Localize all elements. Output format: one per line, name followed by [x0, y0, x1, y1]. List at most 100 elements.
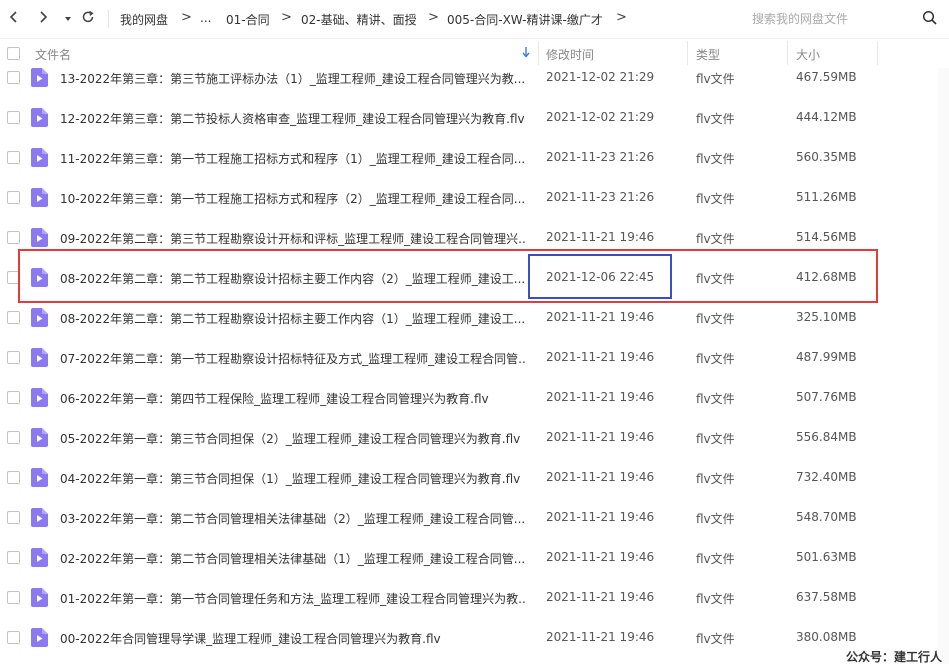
row-checkbox[interactable] [7, 271, 20, 284]
breadcrumb-separator: > [181, 10, 192, 25]
file-modified-date: 2021-11-21 19:46 [546, 350, 655, 364]
row-checkbox[interactable] [7, 111, 20, 124]
file-size: 325.10MB [796, 310, 857, 324]
breadcrumb-contract[interactable]: 01-合同 [226, 11, 270, 28]
scrollbar[interactable] [938, 68, 949, 664]
file-name[interactable]: 02-2022年第一章：第二节合同管理相关法律基础（1）_监理工程师_建设工程合… [60, 550, 525, 567]
file-size: 507.76MB [796, 390, 857, 404]
video-file-icon [31, 508, 48, 527]
watermark-text: 公众号：建工行人 [846, 650, 943, 664]
video-file-icon [31, 348, 48, 367]
video-file-icon [31, 428, 48, 447]
file-size: 560.35MB [796, 150, 857, 164]
file-row[interactable]: 05-2022年第一章：第三节合同担保（2）_监理工程师_建设工程合同管理兴为教… [0, 418, 949, 458]
row-checkbox[interactable] [7, 71, 20, 84]
file-size: 637.58MB [796, 590, 857, 604]
file-row[interactable]: 01-2022年第一章：第一节合同管理任务和方法_监理工程师_建设工程合同管理兴… [0, 578, 949, 618]
refresh-button[interactable] [78, 9, 98, 29]
file-row[interactable]: 07-2022年第二章：第一节工程勘察设计招标特征及方式_监理工程师_建设工程合… [0, 338, 949, 378]
breadcrumb-basics[interactable]: 02-基础、精讲、面授 [301, 11, 417, 28]
row-checkbox[interactable] [7, 191, 20, 204]
search-button[interactable] [922, 10, 938, 30]
search-icon [922, 10, 937, 25]
video-file-icon [31, 308, 48, 327]
file-modified-date: 2021-11-21 19:46 [546, 630, 655, 644]
forward-button[interactable] [33, 9, 53, 29]
video-file-icon [31, 68, 48, 87]
refresh-icon [82, 10, 94, 23]
file-type: flv文件 [696, 192, 735, 206]
file-modified-date: 2021-11-21 19:46 [546, 510, 655, 524]
file-row[interactable]: 00-2022年合同管理导学课_监理工程师_建设工程合同管理兴为教育.flv 20… [0, 618, 949, 658]
file-row[interactable]: 08-2022年第二章：第二节工程勘察设计招标主要工作内容（1）_监理工程师_建… [0, 298, 949, 338]
search-box [738, 6, 943, 32]
search-input[interactable] [738, 6, 929, 32]
nav-divider [108, 10, 109, 28]
row-checkbox[interactable] [7, 351, 20, 364]
file-modified-date: 2021-11-23 21:26 [546, 150, 655, 164]
chevron-left-icon [9, 11, 17, 23]
row-checkbox[interactable] [7, 591, 20, 604]
row-checkbox[interactable] [7, 311, 20, 324]
file-name[interactable]: 05-2022年第一章：第三节合同担保（2）_监理工程师_建设工程合同管理兴为教… [60, 430, 525, 447]
file-name[interactable]: 01-2022年第一章：第一节合同管理任务和方法_监理工程师_建设工程合同管理兴… [60, 590, 525, 607]
row-checkbox[interactable] [7, 471, 20, 484]
history-dropdown-button[interactable] [58, 9, 78, 29]
breadcrumb-root[interactable]: 我的网盘 [120, 11, 168, 28]
file-size: 487.99MB [796, 350, 857, 364]
file-type: flv文件 [696, 632, 735, 646]
file-name[interactable]: 09-2022年第二章：第三节工程勘察设计开标和评标_监理工程师_建设工程合同管… [60, 230, 525, 247]
caret-down-icon [65, 17, 71, 21]
file-row[interactable]: 04-2022年第一章：第三节合同担保（1）_监理工程师_建设工程合同管理兴为教… [0, 458, 949, 498]
file-row[interactable]: 10-2022年第三章：第一节工程施工招标方式和程序（2）_监理工程师_建设工程… [0, 178, 949, 218]
file-row[interactable]: 13-2022年第三章：第三节施工评标办法（1）_监理工程师_建设工程合同管理兴… [0, 58, 949, 98]
back-button[interactable] [4, 9, 24, 29]
row-checkbox[interactable] [7, 631, 20, 644]
video-file-icon [31, 188, 48, 207]
video-file-icon [31, 628, 48, 647]
file-name[interactable]: 04-2022年第一章：第三节合同担保（1）_监理工程师_建设工程合同管理兴为教… [60, 470, 525, 487]
file-row[interactable]: 11-2022年第三章：第一节工程施工招标方式和程序（1）_监理工程师_建设工程… [0, 138, 949, 178]
row-checkbox[interactable] [7, 511, 20, 524]
file-size: 511.26MB [796, 190, 857, 204]
video-file-icon [31, 468, 48, 487]
file-name[interactable]: 06-2022年第一章：第四节工程保险_监理工程师_建设工程合同管理兴为教育.f… [60, 390, 525, 407]
file-size: 412.68MB [796, 270, 857, 284]
file-type: flv文件 [696, 352, 735, 366]
file-type: flv文件 [696, 392, 735, 406]
breadcrumb-current-folder[interactable]: 005-合同-XW-精讲课-缴广才 [447, 11, 603, 28]
file-row[interactable]: 09-2022年第二章：第三节工程勘察设计开标和评标_监理工程师_建设工程合同管… [0, 218, 949, 258]
row-checkbox[interactable] [7, 431, 20, 444]
video-file-icon [31, 268, 48, 287]
file-type: flv文件 [696, 272, 735, 286]
file-name[interactable]: 00-2022年合同管理导学课_监理工程师_建设工程合同管理兴为教育.flv [60, 630, 525, 647]
file-type: flv文件 [696, 72, 735, 86]
row-checkbox[interactable] [7, 391, 20, 404]
file-name[interactable]: 03-2022年第一章：第二节合同管理相关法律基础（2）_监理工程师_建设工程合… [60, 510, 525, 527]
file-modified-date: 2021-11-21 19:46 [546, 390, 655, 404]
file-row[interactable]: 03-2022年第一章：第二节合同管理相关法律基础（2）_监理工程师_建设工程合… [0, 498, 949, 538]
file-name[interactable]: 08-2022年第二章：第二节工程勘察设计招标主要工作内容（1）_监理工程师_建… [60, 310, 525, 327]
file-name[interactable]: 10-2022年第三章：第一节工程施工招标方式和程序（2）_监理工程师_建设工程… [60, 190, 525, 207]
file-row[interactable]: 02-2022年第一章：第二节合同管理相关法律基础（1）_监理工程师_建设工程合… [0, 538, 949, 578]
file-row[interactable]: 12-2022年第三章：第二节投标人资格审查_监理工程师_建设工程合同管理兴为教… [0, 98, 949, 138]
video-file-icon [31, 108, 48, 127]
file-modified-date: 2021-12-02 21:29 [546, 70, 655, 84]
file-row[interactable]: 06-2022年第一章：第四节工程保险_监理工程师_建设工程合同管理兴为教育.f… [0, 378, 949, 418]
file-name[interactable]: 07-2022年第二章：第一节工程勘察设计招标特征及方式_监理工程师_建设工程合… [60, 350, 525, 367]
file-name[interactable]: 11-2022年第三章：第一节工程施工招标方式和程序（1）_监理工程师_建设工程… [60, 150, 525, 167]
video-file-icon [31, 388, 48, 407]
video-file-icon [31, 228, 48, 247]
video-file-icon [31, 588, 48, 607]
arrow-down-icon [522, 47, 530, 58]
file-name[interactable]: 12-2022年第三章：第二节投标人资格审查_监理工程师_建设工程合同管理兴为教… [60, 110, 525, 127]
breadcrumb-ellipsis[interactable]: ... [200, 11, 211, 25]
file-size: 548.70MB [796, 510, 857, 524]
row-checkbox[interactable] [7, 231, 20, 244]
file-name[interactable]: 13-2022年第三章：第三节施工评标办法（1）_监理工程师_建设工程合同管理兴… [60, 70, 525, 87]
row-checkbox[interactable] [7, 551, 20, 564]
file-row[interactable]: 08-2022年第二章：第二节工程勘察设计招标主要工作内容（2）_监理工程师_建… [0, 258, 949, 298]
file-modified-date: 2021-11-21 19:46 [546, 430, 655, 444]
file-name[interactable]: 08-2022年第二章：第二节工程勘察设计招标主要工作内容（2）_监理工程师_建… [60, 270, 525, 287]
row-checkbox[interactable] [7, 151, 20, 164]
